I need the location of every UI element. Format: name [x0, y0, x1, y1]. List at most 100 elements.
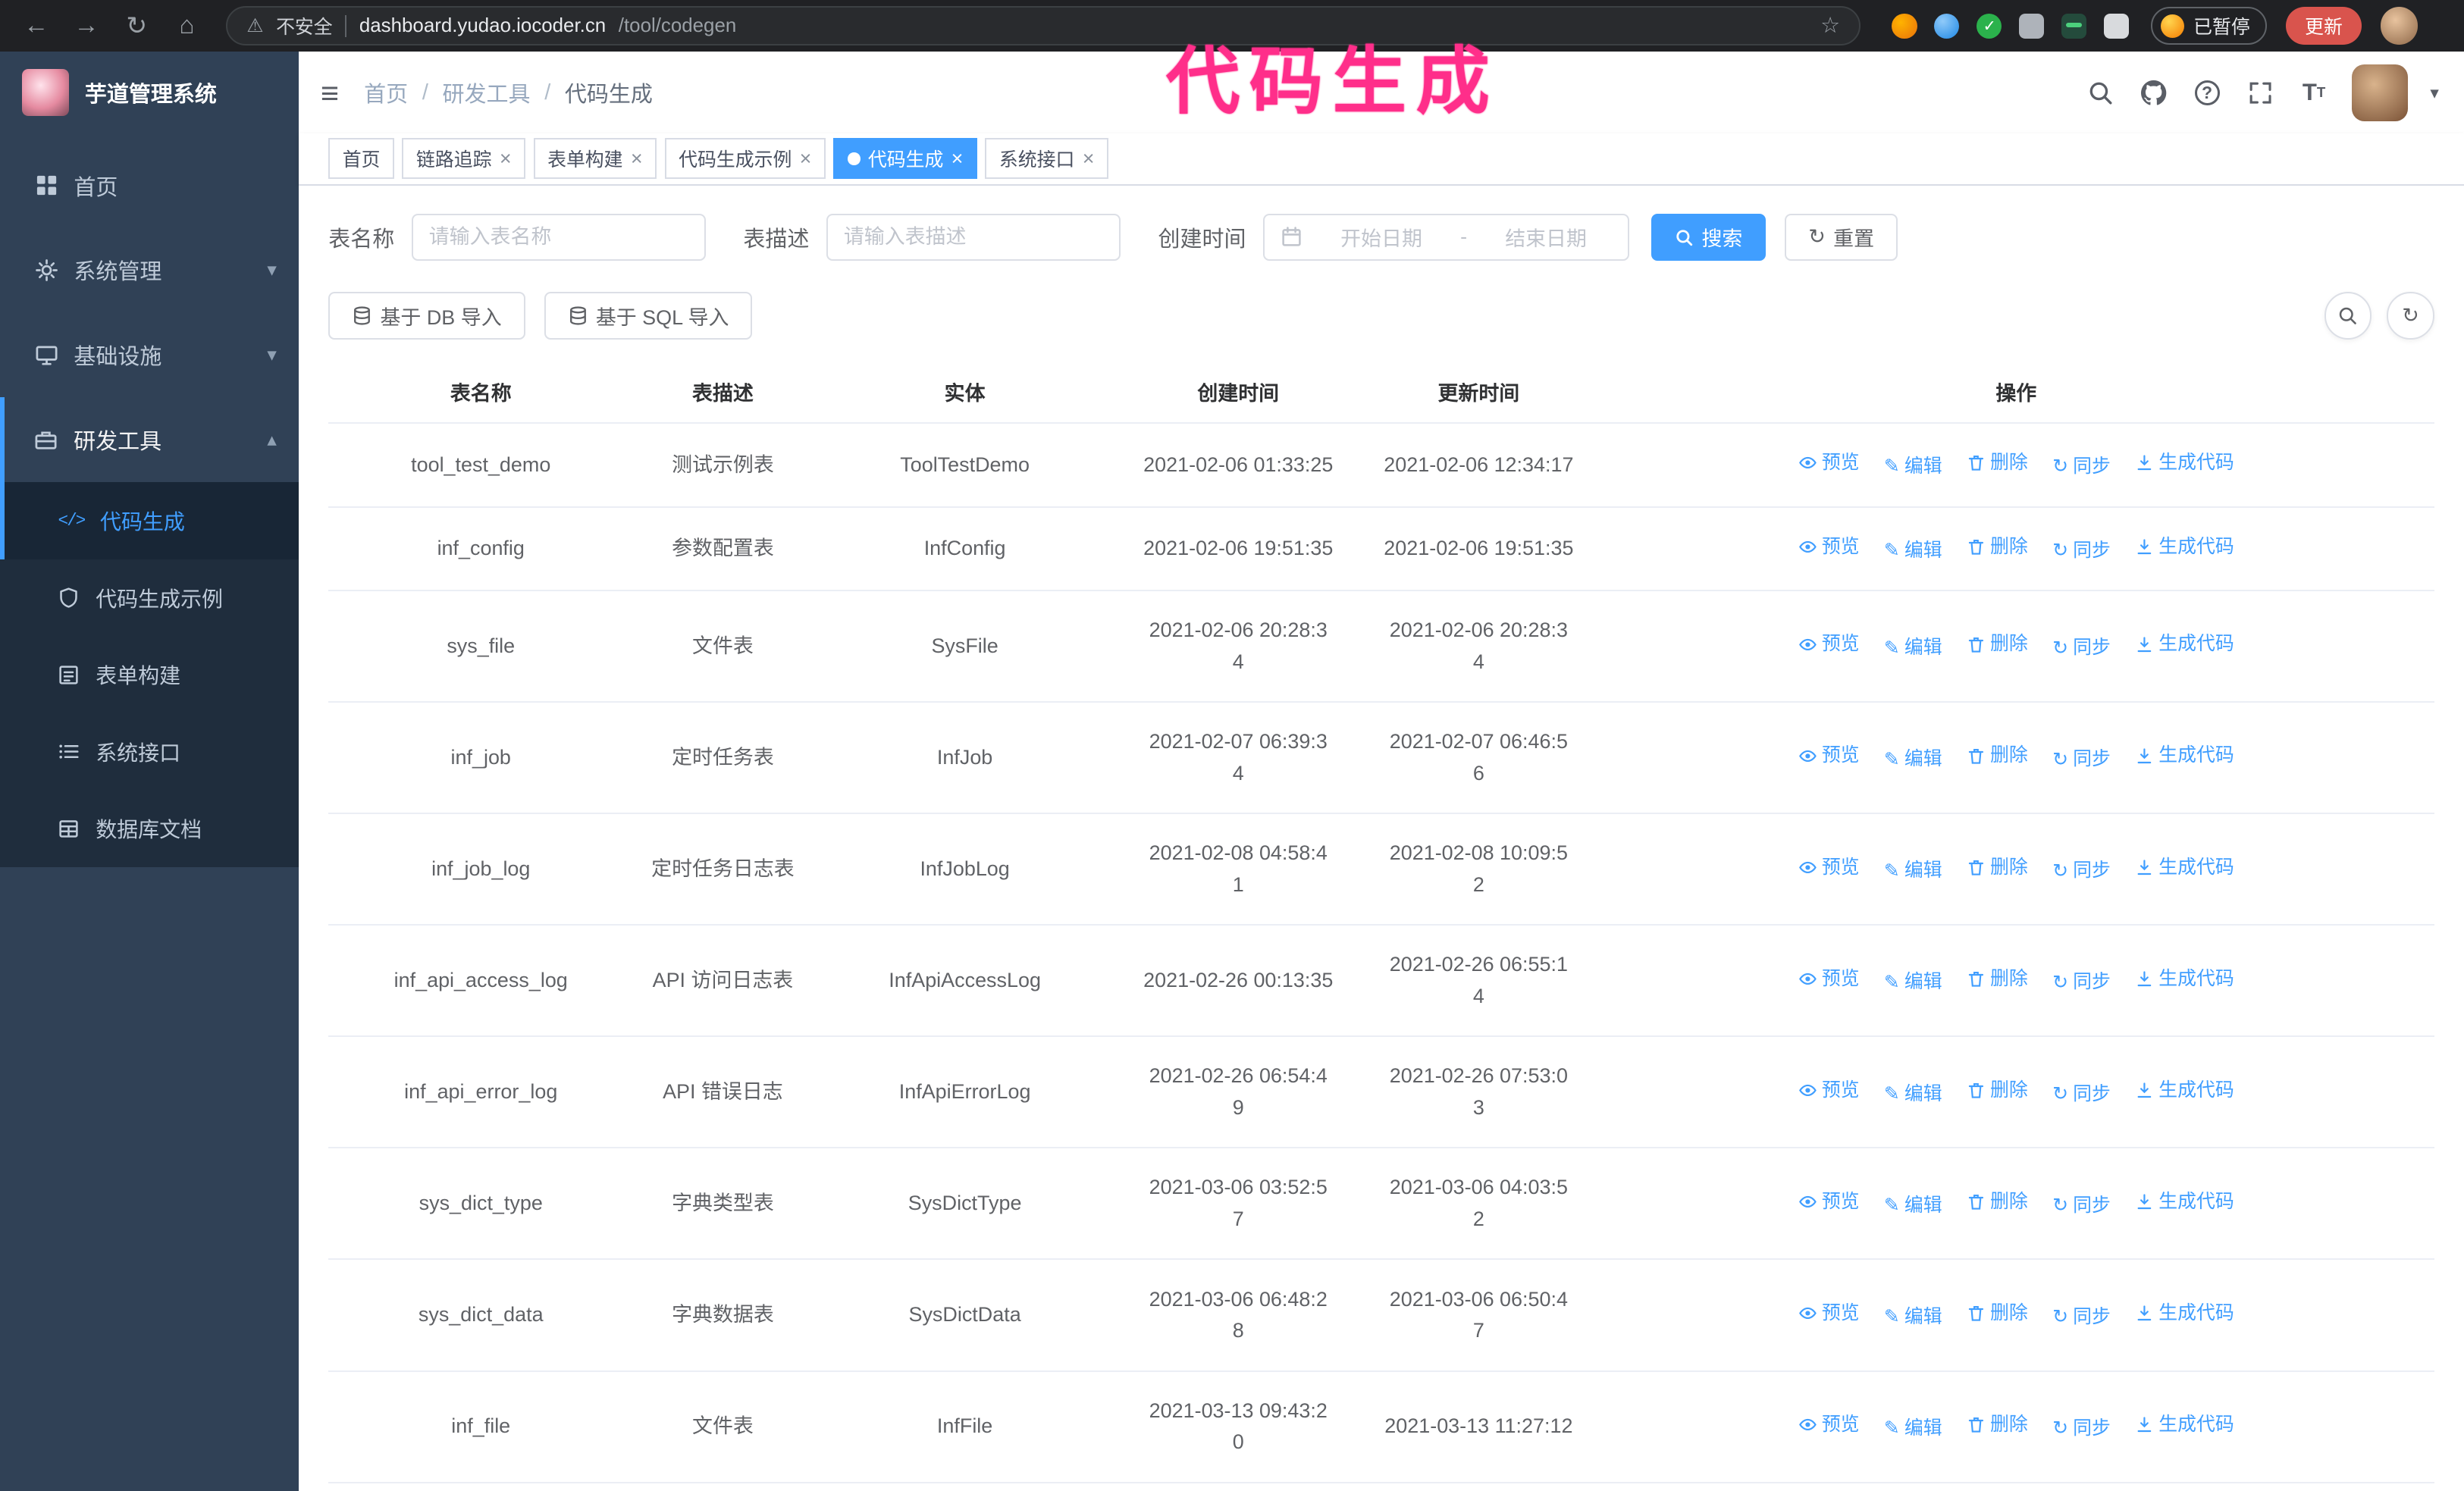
preview-link[interactable]: 预览 [1798, 852, 1860, 883]
import-sql-button[interactable]: 基于 SQL 导入 [544, 292, 753, 340]
close-icon[interactable] [631, 149, 643, 169]
sync-link[interactable]: 同步 [2052, 535, 2111, 566]
browser-update-button[interactable]: 更新 [2286, 7, 2362, 45]
table-desc-input[interactable] [826, 213, 1121, 262]
sidebar-item-code-generation[interactable]: </> 代码生成 [0, 482, 299, 559]
close-icon[interactable] [800, 149, 812, 169]
table-name-input[interactable] [412, 213, 706, 262]
delete-link[interactable]: 删除 [1967, 531, 2028, 562]
avatar-caret-icon[interactable] [2430, 83, 2438, 103]
extension-icon[interactable] [1934, 13, 1960, 39]
sync-link[interactable]: 同步 [2052, 744, 2111, 775]
user-avatar[interactable] [2351, 64, 2409, 121]
browser-back-icon[interactable] [16, 5, 57, 46]
sync-link[interactable]: 同步 [2052, 855, 2111, 886]
edit-link[interactable]: 编辑 [1884, 966, 1942, 998]
sync-link[interactable]: 同步 [2052, 451, 2111, 482]
preview-link[interactable]: 预览 [1798, 1298, 1860, 1329]
font-size-icon[interactable] [2298, 77, 2329, 108]
browser-forward-icon[interactable] [66, 5, 107, 46]
sync-link[interactable]: 同步 [2052, 966, 2111, 998]
breadcrumb-home[interactable]: 首页 [364, 77, 408, 108]
browser-profile-avatar[interactable] [2380, 7, 2419, 45]
preview-link[interactable]: 预览 [1798, 1186, 1860, 1217]
delete-link[interactable]: 删除 [1967, 628, 2028, 659]
browser-home-icon[interactable] [167, 5, 208, 46]
generate-code-link[interactable]: 生成代码 [2135, 963, 2234, 995]
delete-link[interactable]: 删除 [1967, 447, 2028, 478]
generate-code-link[interactable]: 生成代码 [2135, 852, 2234, 883]
start-date-placeholder[interactable]: 开始日期 [1315, 222, 1448, 252]
address-bar[interactable]: 不安全 dashboard.yudao.iocoder.cn/tool/code… [226, 6, 1861, 46]
generate-code-link[interactable]: 生成代码 [2135, 1409, 2234, 1440]
edit-link[interactable]: 编辑 [1884, 632, 1942, 663]
edit-link[interactable]: 编辑 [1884, 535, 1942, 566]
delete-link[interactable]: 删除 [1967, 1075, 2028, 1106]
generate-code-link[interactable]: 生成代码 [2135, 447, 2234, 478]
tag-codegen-example[interactable]: 代码生成示例 [664, 138, 826, 180]
reset-button[interactable]: 重置 [1785, 213, 1898, 262]
preview-link[interactable]: 预览 [1798, 963, 1860, 995]
refresh-button[interactable] [2387, 292, 2434, 340]
profile-paused-badge[interactable]: 已暂停 [2151, 7, 2268, 45]
close-icon[interactable] [500, 149, 512, 169]
extension-icon[interactable] [2061, 13, 2087, 39]
sync-link[interactable]: 同步 [2052, 632, 2111, 663]
import-db-button[interactable]: 基于 DB 导入 [328, 292, 525, 340]
delete-link[interactable]: 删除 [1967, 740, 2028, 771]
generate-code-link[interactable]: 生成代码 [2135, 1298, 2234, 1329]
sidebar-item-database-docs[interactable]: 数据库文档 [0, 790, 299, 867]
delete-link[interactable]: 删除 [1967, 1409, 2028, 1440]
tag-link-tracing[interactable]: 链路追踪 [402, 138, 526, 180]
preview-link[interactable]: 预览 [1798, 740, 1860, 771]
search-button[interactable]: 搜索 [1651, 213, 1766, 262]
date-range-picker[interactable]: 开始日期 - 结束日期 [1263, 213, 1630, 262]
generate-code-link[interactable]: 生成代码 [2135, 531, 2234, 562]
extension-icon[interactable] [2019, 13, 2045, 39]
hamburger-icon[interactable] [321, 77, 339, 108]
browser-reload-icon[interactable] [116, 5, 157, 46]
tag-code-generation[interactable]: 代码生成 [833, 138, 977, 180]
extension-icon[interactable] [1977, 13, 2002, 39]
close-icon[interactable] [1083, 149, 1095, 169]
preview-link[interactable]: 预览 [1798, 1409, 1860, 1440]
sidebar-item-infrastructure[interactable]: 基础设施 [0, 312, 299, 397]
sync-link[interactable]: 同步 [2052, 1190, 2111, 1221]
edit-link[interactable]: 编辑 [1884, 1079, 1942, 1110]
sidebar-item-system-management[interactable]: 系统管理 [0, 228, 299, 313]
edit-link[interactable]: 编辑 [1884, 451, 1942, 482]
generate-code-link[interactable]: 生成代码 [2135, 628, 2234, 659]
tag-system-api[interactable]: 系统接口 [985, 138, 1109, 180]
sidebar-item-dev-tools[interactable]: 研发工具 [0, 397, 299, 483]
end-date-placeholder[interactable]: 结束日期 [1480, 222, 1613, 252]
close-icon[interactable] [951, 149, 964, 169]
generate-code-link[interactable]: 生成代码 [2135, 1186, 2234, 1217]
fullscreen-icon[interactable] [2245, 77, 2276, 108]
preview-link[interactable]: 预览 [1798, 628, 1860, 659]
generate-code-link[interactable]: 生成代码 [2135, 740, 2234, 771]
help-icon[interactable] [2191, 77, 2222, 108]
delete-link[interactable]: 删除 [1967, 1186, 2028, 1217]
sidebar-item-system-api[interactable]: 系统接口 [0, 713, 299, 791]
sync-link[interactable]: 同步 [2052, 1413, 2111, 1444]
preview-link[interactable]: 预览 [1798, 447, 1860, 478]
sync-link[interactable]: 同步 [2052, 1079, 2111, 1110]
edit-link[interactable]: 编辑 [1884, 1413, 1942, 1444]
preview-link[interactable]: 预览 [1798, 531, 1860, 562]
edit-link[interactable]: 编辑 [1884, 1301, 1942, 1333]
delete-link[interactable]: 删除 [1967, 963, 2028, 995]
preview-link[interactable]: 预览 [1798, 1075, 1860, 1106]
edit-link[interactable]: 编辑 [1884, 855, 1942, 886]
github-icon[interactable] [2138, 77, 2169, 108]
extensions-puzzle-icon[interactable] [2104, 13, 2130, 39]
extension-icon[interactable] [1892, 13, 1917, 39]
sidebar-item-form-builder[interactable]: 表单构建 [0, 636, 299, 713]
tag-form-builder[interactable]: 表单构建 [533, 138, 657, 180]
toggle-search-button[interactable] [2324, 292, 2372, 340]
breadcrumb-dev-tools[interactable]: 研发工具 [443, 77, 531, 108]
sync-link[interactable]: 同步 [2052, 1301, 2111, 1333]
app-logo-row[interactable]: 芋道管理系统 [0, 52, 299, 133]
sidebar-item-home[interactable]: 首页 [0, 143, 299, 228]
edit-link[interactable]: 编辑 [1884, 744, 1942, 775]
bookmark-star-icon[interactable] [1820, 15, 1840, 37]
